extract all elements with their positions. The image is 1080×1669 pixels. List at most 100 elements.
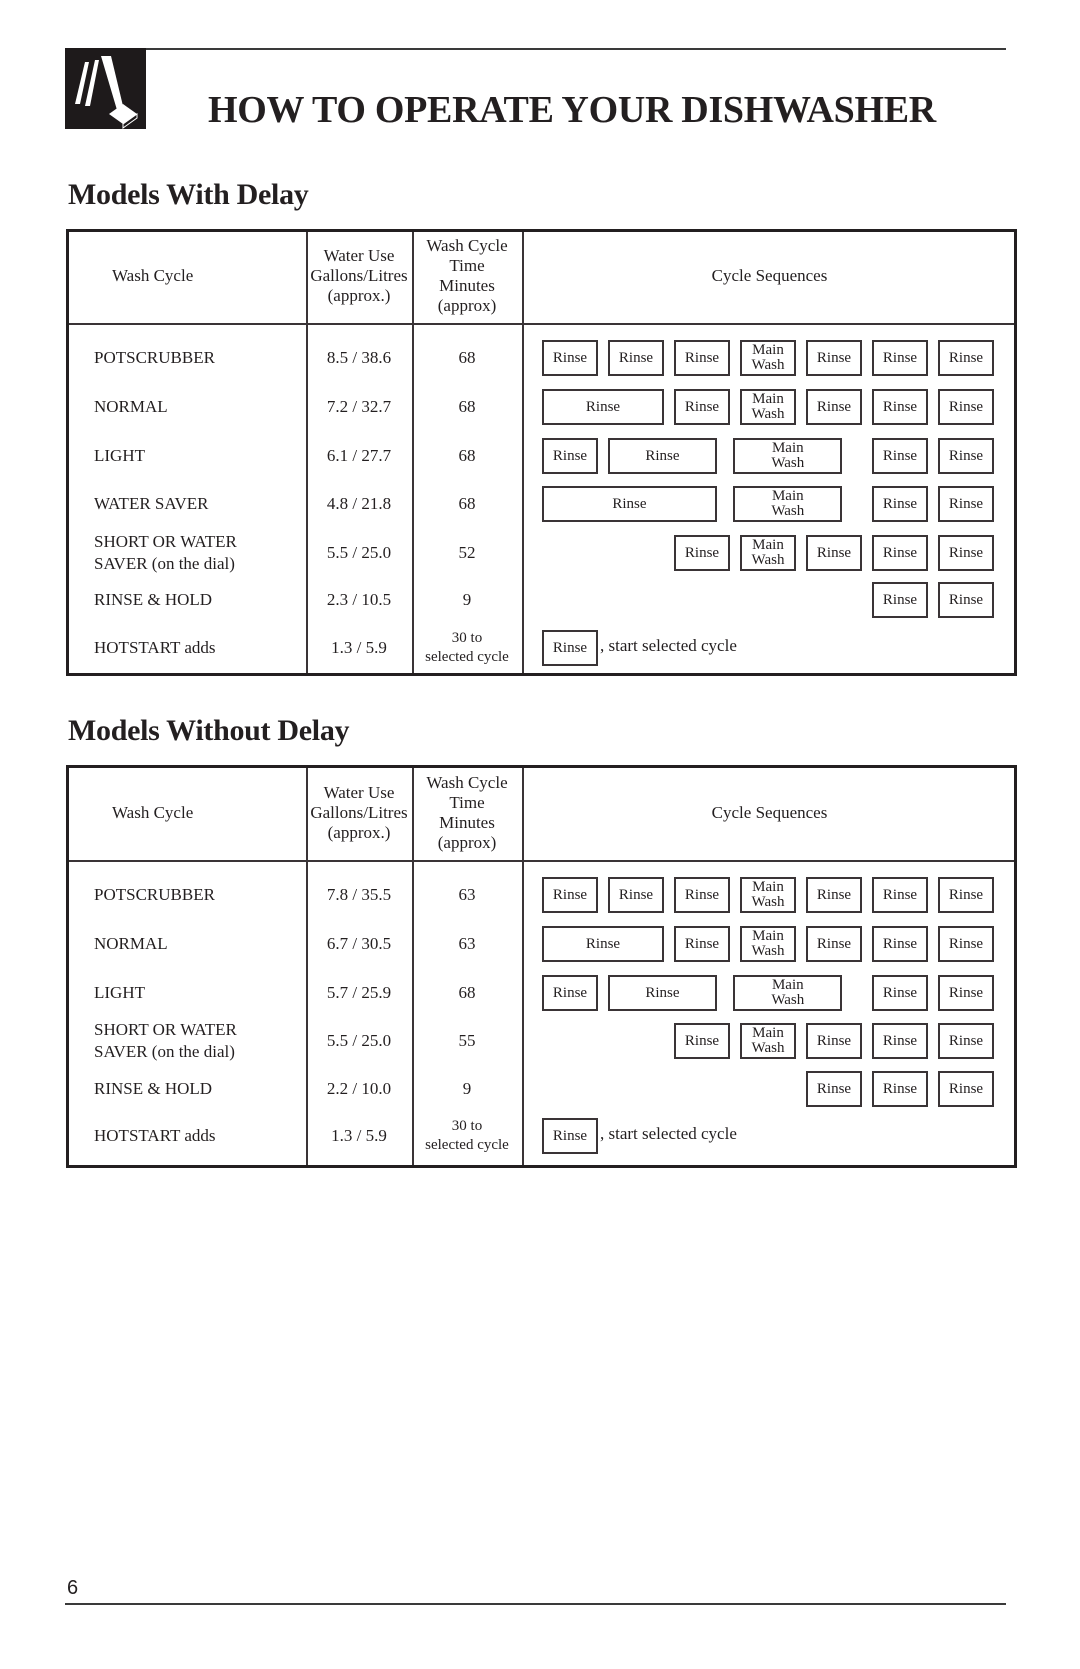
rinse-step: Rinse [872, 1023, 928, 1059]
rinse-step: Rinse [938, 582, 994, 618]
water-use-value: 7.2 / 32.7 [326, 397, 392, 416]
rinse-step: Rinse [674, 535, 730, 571]
cycle-time-value: 68 [458, 348, 476, 367]
main-wash-step: Main Wash [740, 340, 796, 376]
rinse-step: Rinse [806, 1071, 862, 1107]
water-use-value: 5.5 / 25.0 [326, 1031, 392, 1050]
hotstart-note: , start selected cycle [600, 636, 737, 655]
header-cycle-sequences: Cycle Sequences [711, 802, 828, 822]
cycle-time-value: 68 [458, 983, 476, 1002]
rinse-step: Rinse [938, 926, 994, 962]
cycle-time-value: 55 [458, 1031, 476, 1050]
rinse-step: Rinse [542, 975, 598, 1011]
main-wash-step: Main Wash [740, 1023, 796, 1059]
rinse-step: Rinse [542, 340, 598, 376]
main-wash-step: Main Wash [733, 486, 843, 522]
main-wash-step: Main Wash [733, 975, 843, 1011]
page-title: HOW TO OPERATE YOUR DISHWASHER [208, 89, 936, 131]
cycle-name: POTSCRUBBER [94, 348, 215, 367]
rinse-step: Rinse [872, 877, 928, 913]
cycle-time-value: 9 [462, 1079, 472, 1098]
rinse-step: Rinse [608, 877, 664, 913]
cycle-name: SHORT OR WATER SAVER (on the dial) [94, 1020, 237, 1061]
cycle-time-value: 30 to selected cycle [425, 630, 509, 665]
cycle-name: NORMAL [94, 397, 168, 416]
rinse-step: Rinse [938, 1071, 994, 1107]
rinse-step: Rinse [938, 877, 994, 913]
rinse-step: Rinse [938, 389, 994, 425]
water-use-value: 6.7 / 30.5 [326, 934, 392, 953]
header-wash-cycle: Wash Cycle [112, 266, 194, 285]
water-use-value: 5.5 / 25.0 [326, 543, 392, 562]
cycle-time-value: 68 [458, 446, 476, 465]
rinse-step: Rinse [608, 438, 717, 474]
rinse-step: Rinse [542, 389, 664, 425]
header-cycle-time: Wash Cycle Time Minutes (approx) [426, 236, 508, 315]
main-wash-step: Main Wash [740, 926, 796, 962]
rinse-step: Rinse [674, 389, 730, 425]
cycle-name: WATER SAVER [94, 494, 209, 513]
rinse-step: Rinse [806, 535, 862, 571]
cycle-time-value: 68 [458, 397, 476, 416]
water-use-value: 2.2 / 10.0 [326, 1079, 392, 1098]
rinse-step: Rinse [938, 535, 994, 571]
water-use-value: 4.8 / 21.8 [326, 494, 392, 513]
cycle-table: Wash Cycle Water Use Gallons/Litres (appr… [66, 765, 1017, 1168]
rinse-step: Rinse [806, 340, 862, 376]
cycle-time-value: 52 [458, 543, 476, 562]
cycle-name: RINSE & HOLD [94, 590, 213, 609]
rinse-step: Rinse [938, 1023, 994, 1059]
hand-pressing-button-icon [65, 48, 146, 129]
water-use-value: 1.3 / 5.9 [331, 1126, 387, 1145]
cycle-name: SHORT OR WATER SAVER (on the dial) [94, 532, 237, 573]
rinse-step: Rinse [872, 389, 928, 425]
water-use-value: 6.1 / 27.7 [326, 446, 392, 465]
rinse-step: Rinse [872, 340, 928, 376]
main-wash-step: Main Wash [740, 535, 796, 571]
rinse-step: Rinse [872, 1071, 928, 1107]
header-water-use: Water Use Gallons/Litres (approx.) [310, 782, 408, 842]
rinse-step: Rinse [872, 926, 928, 962]
column-divider [522, 768, 524, 1165]
rinse-step: Rinse [806, 389, 862, 425]
page-number: 6 [67, 1577, 79, 1599]
main-wash-step: Main Wash [740, 877, 796, 913]
rinse-step: Rinse [674, 877, 730, 913]
water-use-value: 7.8 / 35.5 [326, 885, 392, 904]
rinse-step: Rinse [872, 438, 928, 474]
cycle-table: Wash Cycle Water Use Gallons/Litres (appr… [66, 229, 1017, 676]
rinse-step: Rinse [542, 630, 598, 666]
hotstart-note: , start selected cycle [600, 1124, 737, 1143]
rinse-step: Rinse [608, 340, 664, 376]
section-title: Models With Delay [68, 178, 309, 211]
rinse-step: Rinse [938, 975, 994, 1011]
water-use-value: 8.5 / 38.6 [326, 348, 392, 367]
rinse-step: Rinse [938, 486, 994, 522]
rinse-step: Rinse [674, 340, 730, 376]
cycle-name: RINSE & HOLD [94, 1079, 213, 1098]
rinse-step: Rinse [542, 1118, 598, 1154]
rinse-step: Rinse [806, 1023, 862, 1059]
water-use-value: 5.7 / 25.9 [326, 983, 392, 1002]
rinse-step: Rinse [938, 438, 994, 474]
cycle-time-value: 68 [458, 494, 476, 513]
rinse-step: Rinse [542, 486, 717, 522]
cycle-name: HOTSTART adds [94, 638, 216, 657]
water-use-value: 1.3 / 5.9 [331, 638, 387, 657]
cycle-time-value: 30 to selected cycle [425, 1118, 509, 1153]
cycle-name: LIGHT [94, 446, 145, 465]
top-rule [146, 48, 1006, 50]
rinse-step: Rinse [674, 1023, 730, 1059]
cycle-time-value: 63 [458, 885, 476, 904]
header-cycle-time: Wash Cycle Time Minutes (approx) [426, 772, 508, 852]
cycle-time-value: 63 [458, 934, 476, 953]
rinse-step: Rinse [806, 926, 862, 962]
cycle-time-value: 9 [462, 590, 472, 609]
column-divider [522, 232, 524, 673]
header-divider [69, 323, 1014, 325]
cycle-name: NORMAL [94, 934, 168, 953]
header-wash-cycle: Wash Cycle [112, 802, 194, 822]
bottom-rule [65, 1603, 1006, 1605]
header-water-use: Water Use Gallons/Litres (approx.) [310, 246, 408, 305]
cycle-name: HOTSTART adds [94, 1126, 216, 1145]
